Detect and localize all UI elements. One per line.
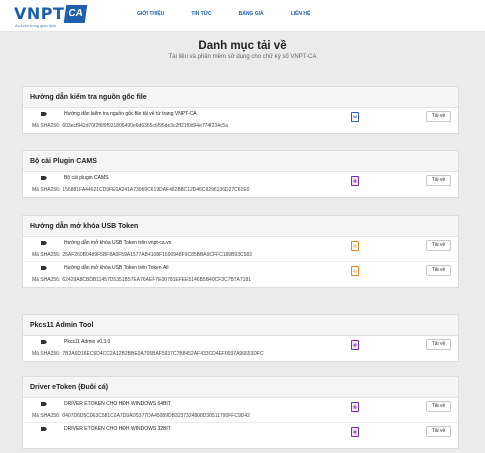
download-item: Hướng dẫn mở khóa USB Token trên Token.A… bbox=[23, 262, 458, 287]
page-header: Danh mục tải về Tài liệu và phần mềm sử … bbox=[0, 32, 485, 74]
sha256-label: Mã SHA256: bbox=[32, 351, 61, 357]
logo-text: VNPT bbox=[14, 4, 65, 23]
logo-tagline: An toàn trong giao dịch bbox=[15, 23, 57, 28]
item-title[interactable]: Hướng dẫn kiểm tra nguồn gốc file tải về… bbox=[64, 111, 197, 117]
sha256-label: Mã SHA256: bbox=[32, 413, 61, 419]
logo-ca-box: CA bbox=[63, 5, 88, 23]
top-navbar: VNPT CA An toàn trong giao dịch GIỚI THI… bbox=[0, 0, 485, 32]
download-item: DRIVER ETOKEN CHO HĐH WINDOWS 32BIT ▦ Tải … bbox=[23, 423, 458, 448]
download-section: Pkcs11 Admin Tool Pkcs11 Admin v0.3.0 Mã S… bbox=[22, 314, 459, 362]
zip-file-icon: ▦ bbox=[351, 340, 359, 350]
sha256-line: Mã SHA256: 0407D6D5C063C581C0A7D9AD5377DA… bbox=[32, 413, 250, 419]
download-button[interactable]: Tải về bbox=[426, 240, 451, 251]
download-item: Pkcs11 Admin v0.3.0 Mã SHA256: 7B2A6D16EC6… bbox=[23, 336, 458, 361]
tag-icon bbox=[41, 427, 47, 431]
sha256-label: Mã SHA256: bbox=[32, 277, 61, 283]
sha256-value: 0407D6D5C063C581C0A7D9AD5377DA45089DB323… bbox=[62, 413, 250, 419]
tag-icon bbox=[41, 241, 47, 245]
main-nav: GIỚI THIỆU TIN TỨC BẢNG GIÁ LIÊN HỆ bbox=[137, 11, 337, 17]
download-item: Hướng dẫn kiểm tra nguồn gốc file tải về… bbox=[23, 108, 458, 133]
sha256-value: 7B2A6D16EC6D4CC2A12B2BBE0A705BAF5937C7B8… bbox=[62, 351, 264, 357]
section-title: Hướng dẫn kiểm tra nguồn gốc file bbox=[23, 87, 458, 108]
download-item: DRIVER ETOKEN CHO HĐH WINDOWS 64BIT Mã SH… bbox=[23, 398, 458, 423]
tag-icon bbox=[41, 176, 47, 180]
download-button[interactable]: Tải về bbox=[426, 426, 451, 437]
pdf-file-icon: ▤ bbox=[351, 266, 359, 276]
item-title[interactable]: Bộ cài plugin CAMS bbox=[64, 175, 108, 181]
tag-icon bbox=[41, 402, 47, 406]
item-title[interactable]: DRIVER ETOKEN CHO HĐH WINDOWS 64BIT bbox=[64, 401, 171, 407]
nav-pricing[interactable]: BẢNG GIÁ bbox=[239, 11, 264, 17]
page-title: Danh mục tải về bbox=[198, 40, 287, 52]
sha256-value: 156881FA44621CD9FE0A241A73069C619DAF482B… bbox=[62, 187, 250, 193]
word-file-icon: W bbox=[351, 112, 359, 122]
nav-contact[interactable]: LIÊN HỆ bbox=[291, 11, 311, 17]
nav-news[interactable]: TIN TỨC bbox=[191, 11, 211, 17]
section-title: Bộ cài Plugin CAMS bbox=[23, 151, 458, 172]
sha256-line: Mã SHA256: 603ecf942d70f2f6f9f931806490e6… bbox=[32, 123, 228, 129]
tag-icon bbox=[41, 266, 47, 270]
section-title: Driver eToken (Đuôi cá) bbox=[23, 377, 458, 398]
download-button[interactable]: Tải về bbox=[426, 111, 451, 122]
download-item: Hướng dẫn mở khóa USB Token trên vnpt-ca… bbox=[23, 237, 458, 262]
sha256-label: Mã SHA256: bbox=[32, 252, 61, 258]
page-subtitle: Tài liệu và phần mềm sử dụng cho chữ ký … bbox=[168, 54, 317, 60]
sha256-label: Mã SHA256: bbox=[32, 187, 61, 193]
sha256-line: Mã SHA256: 62429A8CBDB11457D5351B57EA76AE… bbox=[32, 277, 251, 283]
item-title[interactable]: Pkcs11 Admin v0.3.0 bbox=[64, 339, 110, 345]
sha256-value: 62429A8CBDB11457D5351B57EA76AEF7E00781EF… bbox=[62, 277, 252, 283]
download-section: Hướng dẫn mở khóa USB Token Hướng dẫn mở … bbox=[22, 215, 459, 288]
download-button[interactable]: Tải về bbox=[426, 339, 451, 350]
item-title[interactable]: Hướng dẫn mở khóa USB Token trên vnpt-ca… bbox=[64, 240, 171, 246]
download-button[interactable]: Tải về bbox=[426, 175, 451, 186]
pdf-file-icon: ▤ bbox=[351, 241, 359, 251]
sha256-line: Mã SHA256: 7B2A6D16EC6D4CC2A12B2BBE0A705B… bbox=[32, 351, 264, 357]
nav-about[interactable]: GIỚI THIỆU bbox=[137, 11, 164, 17]
zip-file-icon: ▦ bbox=[351, 427, 359, 437]
item-title[interactable]: Hướng dẫn mở khóa USB Token trên Token.A… bbox=[64, 265, 169, 271]
sha256-line: Mã SHA256: 156881FA44621CD9FE0A241A73069C… bbox=[32, 187, 249, 193]
section-title: Pkcs11 Admin Tool bbox=[23, 315, 458, 336]
sha256-line: Mã SHA256: 25AF260B0489F5BF8A0F59A1577AB4… bbox=[32, 252, 252, 258]
download-item: Bộ cài plugin CAMS Mã SHA256: 156881FA4462… bbox=[23, 172, 458, 197]
download-section: Hướng dẫn kiểm tra nguồn gốc file Hướng d… bbox=[22, 86, 459, 134]
download-section: Bộ cài Plugin CAMS Bộ cài plugin CAMS Mã S… bbox=[22, 150, 459, 198]
download-button[interactable]: Tải về bbox=[426, 401, 451, 412]
download-section: Driver eToken (Đuôi cá) DRIVER ETOKEN CHO… bbox=[22, 376, 459, 449]
tag-icon bbox=[41, 112, 47, 116]
sha256-value: 603ecf942d70f2f6f9f931806490e6d6365c6f95… bbox=[62, 123, 228, 129]
zip-file-icon: ▦ bbox=[351, 402, 359, 412]
download-button[interactable]: Tải về bbox=[426, 265, 451, 276]
item-title[interactable]: DRIVER ETOKEN CHO HĐH WINDOWS 32BIT bbox=[64, 426, 171, 432]
sha256-value: 25AF260B0489F5BF8A0F59A1577AB4108F169094… bbox=[62, 252, 252, 258]
zip-file-icon: ▦ bbox=[351, 176, 359, 186]
section-title: Hướng dẫn mở khóa USB Token bbox=[23, 216, 458, 237]
sha256-label: Mã SHA256: bbox=[32, 123, 61, 129]
tag-icon bbox=[41, 340, 47, 344]
